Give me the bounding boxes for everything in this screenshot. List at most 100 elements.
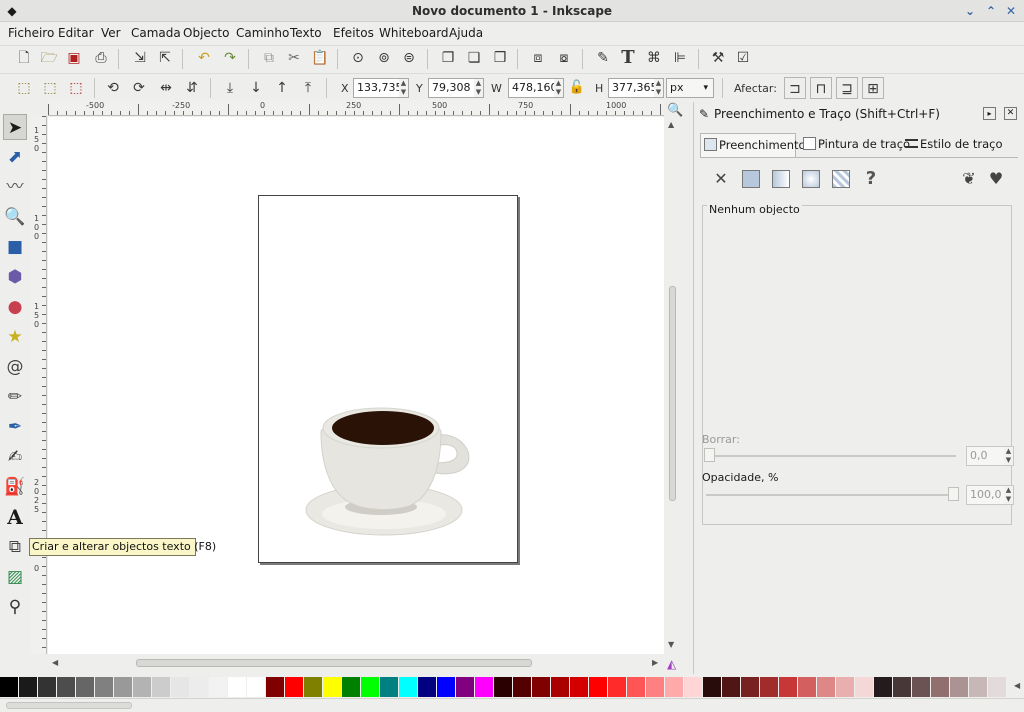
color-swatch[interactable] [912,677,930,697]
unlink-clone-icon[interactable]: ❒ [489,47,511,69]
linear-gradient-icon[interactable] [770,168,792,190]
color-swatch[interactable] [570,677,588,697]
unit-select[interactable]: px ▾ [666,78,714,98]
cut-icon[interactable]: ✂ [283,47,305,69]
palette-menu-icon[interactable]: ◀ [1014,681,1020,690]
color-swatch[interactable] [798,677,816,697]
document-properties-icon[interactable]: ☑ [732,47,754,69]
color-swatch[interactable] [722,677,740,697]
color-swatch[interactable] [437,677,455,697]
color-swatch[interactable] [0,677,18,697]
color-swatch[interactable] [19,677,37,697]
x-stepper[interactable]: ▲ ▼ [399,79,408,97]
menu-whiteboard[interactable]: Whiteboard [379,26,449,40]
zoom-drawing-icon[interactable]: ⊚ [373,47,395,69]
color-swatch[interactable] [494,677,512,697]
lower-to-bottom-icon[interactable]: ⤓ [219,77,241,99]
h-field[interactable]: 377,365 ▲ ▼ [608,78,664,98]
color-swatch[interactable] [57,677,75,697]
pencil-tool-icon[interactable]: ✏ [3,384,27,410]
zoom-tool-icon[interactable]: 🔍 [3,204,27,230]
color-swatch[interactable] [760,677,778,697]
paint-bucket-tool-icon[interactable]: ⛽ [3,474,27,500]
scroll-up-icon[interactable]: ▲ [668,120,674,129]
select-all-layers-icon[interactable]: ⬚ [39,77,61,99]
calligraphy-tool-icon[interactable]: ✍ [3,444,27,470]
close-button[interactable]: ✕ [1003,3,1019,19]
coffee-cup-drawing[interactable] [259,196,519,564]
connector-tool-icon[interactable]: ⧉ [3,534,27,560]
color-manage-icon[interactable]: ◭ [667,657,676,671]
text-tool-icon[interactable]: A [3,504,27,530]
horizontal-scrollbar[interactable]: ◀ ▶ [48,656,664,670]
blur-slider-handle[interactable] [704,448,715,462]
redo-icon[interactable]: ↷ [219,47,241,69]
color-swatch[interactable] [532,677,550,697]
flat-color-icon[interactable] [740,168,762,190]
rotate-cw-icon[interactable]: ⟳ [128,77,150,99]
scroll-down-icon[interactable]: ▼ [668,640,674,649]
menu-objecto[interactable]: Objecto [183,26,229,40]
scale-corners-icon[interactable]: ⊓ [810,77,832,99]
panel-dock-icon[interactable]: ▸ [983,107,996,120]
text-font-icon[interactable]: T [617,47,639,69]
color-swatch[interactable] [228,677,246,697]
radial-gradient-icon[interactable] [800,168,822,190]
tweak-tool-icon[interactable]: 〰 [3,174,27,200]
pattern-icon[interactable] [830,168,852,190]
raise-to-top-icon[interactable]: ⤒ [297,77,319,99]
zoom-selection-icon[interactable]: ⊙ [347,47,369,69]
fill-rule-evenodd-icon[interactable]: ❦ [958,168,980,190]
opacity-stepper[interactable]: ▲ ▼ [1004,486,1013,504]
x-field[interactable]: 133,735 ▲ ▼ [353,78,409,98]
color-swatch[interactable] [38,677,56,697]
menu-caminho[interactable]: Caminho [236,26,289,40]
color-swatch[interactable] [703,677,721,697]
tab-pintura-de-traco[interactable]: Pintura de traço [800,133,910,157]
menu-efeitos[interactable]: Efeitos [333,26,374,40]
color-swatch[interactable] [76,677,94,697]
transform-gradient-icon[interactable]: ⊒ [836,77,858,99]
y-field[interactable]: 79,308 ▲ ▼ [428,78,484,98]
scroll-left-icon[interactable]: ◀ [52,658,58,667]
gradient-tool-icon[interactable]: ▨ [3,564,27,590]
export-icon[interactable]: ⇱ [154,47,176,69]
menu-editar[interactable]: Editar [58,26,94,40]
ungroup-icon[interactable]: ⧇ [553,47,575,69]
horizontal-scroll-thumb[interactable] [136,659,532,667]
color-swatch[interactable] [855,677,873,697]
color-swatch[interactable] [608,677,626,697]
color-swatch[interactable] [589,677,607,697]
raise-icon[interactable]: ↑ [271,77,293,99]
lower-icon[interactable]: ↓ [245,77,267,99]
palette-scroll-thumb[interactable] [6,702,132,709]
y-stepper[interactable]: ▲ ▼ [474,79,483,97]
opacity-slider-handle[interactable] [948,487,959,501]
w-field[interactable]: 478,160 ▲ ▼ [508,78,564,98]
clone-icon[interactable]: ❏ [463,47,485,69]
color-swatch[interactable] [342,677,360,697]
color-swatch[interactable] [285,677,303,697]
menu-ajuda[interactable]: Ajuda [449,26,483,40]
color-swatch[interactable] [456,677,474,697]
no-paint-icon[interactable]: ✕ [710,168,732,190]
color-swatch[interactable] [399,677,417,697]
flip-vertical-icon[interactable]: ⇵ [181,77,203,99]
pen-tool-icon[interactable]: ✒ [3,414,27,440]
fill-stroke-icon[interactable]: ✎ [592,47,614,69]
color-swatch[interactable] [304,677,322,697]
copy-icon[interactable]: ⧉ [258,47,280,69]
document-page[interactable] [258,195,518,563]
menu-ver[interactable]: Ver [101,26,121,40]
color-swatch[interactable] [152,677,170,697]
unset-paint-icon[interactable]: ? [860,168,882,190]
print-icon[interactable]: ⎙ [90,47,112,69]
save-icon[interactable]: ▣ [63,47,85,69]
drawing-canvas[interactable] [48,117,664,654]
color-swatch[interactable] [133,677,151,697]
group-icon[interactable]: ⧈ [527,47,549,69]
maximize-button[interactable]: ⌃ [983,3,999,19]
color-swatch[interactable] [684,677,702,697]
blur-stepper[interactable]: ▲ ▼ [1004,447,1013,465]
color-swatch[interactable] [247,677,265,697]
